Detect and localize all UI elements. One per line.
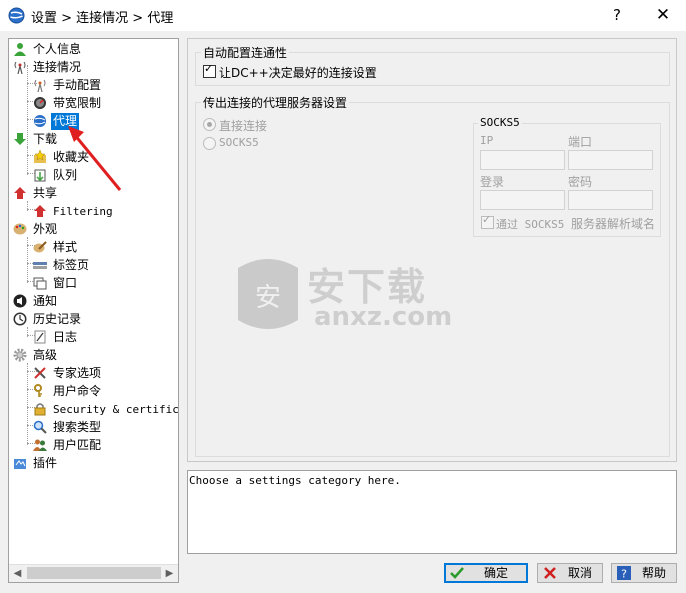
star-folder-icon <box>34 150 46 163</box>
window-icon <box>33 277 47 290</box>
key-icon <box>34 384 42 397</box>
resolve-via-socks5-label: 通过 SOCKS5 服务器解析域名 <box>496 217 655 231</box>
scroll-right-arrow[interactable]: ▶ <box>161 565 178 582</box>
tree-item-label: 外观 <box>33 222 58 236</box>
lock-icon <box>34 403 46 416</box>
direct-connection-label: 直接连接 <box>219 119 268 133</box>
login-input[interactable] <box>480 190 565 210</box>
gauge-icon <box>34 97 46 109</box>
auto-config-group-label: 自动配置连通性 <box>201 44 290 61</box>
gear-icon <box>13 348 27 362</box>
socks5-radio-label: SOCKS5 <box>219 136 259 149</box>
palette-icon <box>13 223 27 235</box>
ip-label: IP <box>480 134 494 147</box>
tree-item-label: 共享 <box>33 186 58 200</box>
antenna-small-icon <box>34 79 46 92</box>
scroll-left-arrow[interactable]: ◀ <box>9 565 26 582</box>
clock-icon <box>13 312 27 326</box>
tree-item-label: 带宽限制 <box>53 96 102 110</box>
watermark-shield-icon: 安 <box>238 259 298 329</box>
auto-config-checkbox-label: 让DC++决定最好的连接设置 <box>219 66 377 80</box>
tree-item-label: 个人信息 <box>33 42 82 56</box>
password-label: 密码 <box>568 175 593 189</box>
ip-input[interactable] <box>480 150 565 170</box>
port-label: 端口 <box>568 135 593 149</box>
tree-item-label: 历史记录 <box>33 312 82 326</box>
queue-icon <box>34 169 46 182</box>
person-icon <box>14 43 26 56</box>
tabs-icon <box>33 262 47 269</box>
socks5-radio[interactable] <box>203 137 216 150</box>
tree-item-label: 插件 <box>33 456 58 470</box>
tree-item-label: 样式 <box>53 240 78 254</box>
login-label: 登录 <box>480 175 505 189</box>
tree-item-label: Filtering <box>53 205 113 218</box>
tree-horizontal-scrollbar[interactable]: ◀ ▶ <box>9 564 178 582</box>
svg-text:?: ? <box>621 568 627 581</box>
port-input[interactable] <box>568 150 653 170</box>
help-button[interactable]: ? 帮助 <box>611 563 677 583</box>
category-description: Choose a settings category here. <box>187 470 677 554</box>
watermark: 安 安下载 anxz.com <box>232 250 472 340</box>
globe-icon <box>34 115 46 127</box>
resolve-via-socks5-checkbox[interactable]: ✓ <box>481 213 494 229</box>
tree-item-label: 窗口 <box>53 276 78 290</box>
tree-item-label: 手动配置 <box>53 78 102 92</box>
tree-item-label: 专家选项 <box>53 366 102 380</box>
checkmark-icon <box>450 567 464 579</box>
brush-icon <box>33 241 47 253</box>
watermark-subtext: anxz.com <box>314 302 453 332</box>
magnifier-icon <box>33 420 47 434</box>
close-button[interactable]: ✕ <box>648 4 678 26</box>
help-icon: ? <box>617 566 631 581</box>
tree-item-label: 标签页 <box>53 258 90 272</box>
title-bar: 设置 > 连接情况 > 代理 ? ✕ <box>0 0 686 31</box>
tree-item-label: 搜索类型 <box>53 420 102 434</box>
tree-item-label: Security & certificates <box>53 403 179 416</box>
scroll-thumb[interactable] <box>27 567 161 579</box>
antenna-icon <box>14 61 26 74</box>
up-arrow-icon <box>14 187 26 199</box>
log-icon <box>34 330 46 344</box>
tree-item-label: 用户匹配 <box>53 438 102 452</box>
password-input[interactable] <box>568 190 653 210</box>
proxy-group-label: 传出连接的代理服务器设置 <box>201 94 350 111</box>
tree-item-label: 用户命令 <box>53 384 102 398</box>
app-globe-icon <box>8 7 25 24</box>
tools-icon <box>34 367 46 379</box>
x-icon <box>544 567 556 579</box>
auto-config-checkbox[interactable]: ✓ <box>203 62 216 78</box>
tree-item-label: 通知 <box>33 294 58 308</box>
tree-item-label: 下载 <box>33 132 58 146</box>
socks5-group-label: SOCKS5 <box>478 116 522 129</box>
tree-item-label: 日志 <box>53 330 78 344</box>
down-arrow-icon <box>14 133 26 145</box>
speaker-icon <box>13 294 27 308</box>
window-title: 设置 > 连接情况 > 代理 <box>31 11 174 26</box>
plugin-icon <box>14 459 26 469</box>
direct-connection-radio[interactable] <box>203 118 216 131</box>
help-title-button[interactable]: ? <box>604 4 630 26</box>
tree-item-label: 高级 <box>33 348 58 362</box>
tree-item-label: 连接情况 <box>33 60 82 74</box>
up-arrow-small-icon <box>34 205 46 217</box>
users-icon <box>33 439 47 451</box>
cancel-button[interactable]: 取消 <box>537 563 603 583</box>
ok-button[interactable]: 确定 <box>444 563 528 583</box>
annotation-arrow-icon <box>68 126 122 191</box>
svg-text:安: 安 <box>255 283 281 313</box>
